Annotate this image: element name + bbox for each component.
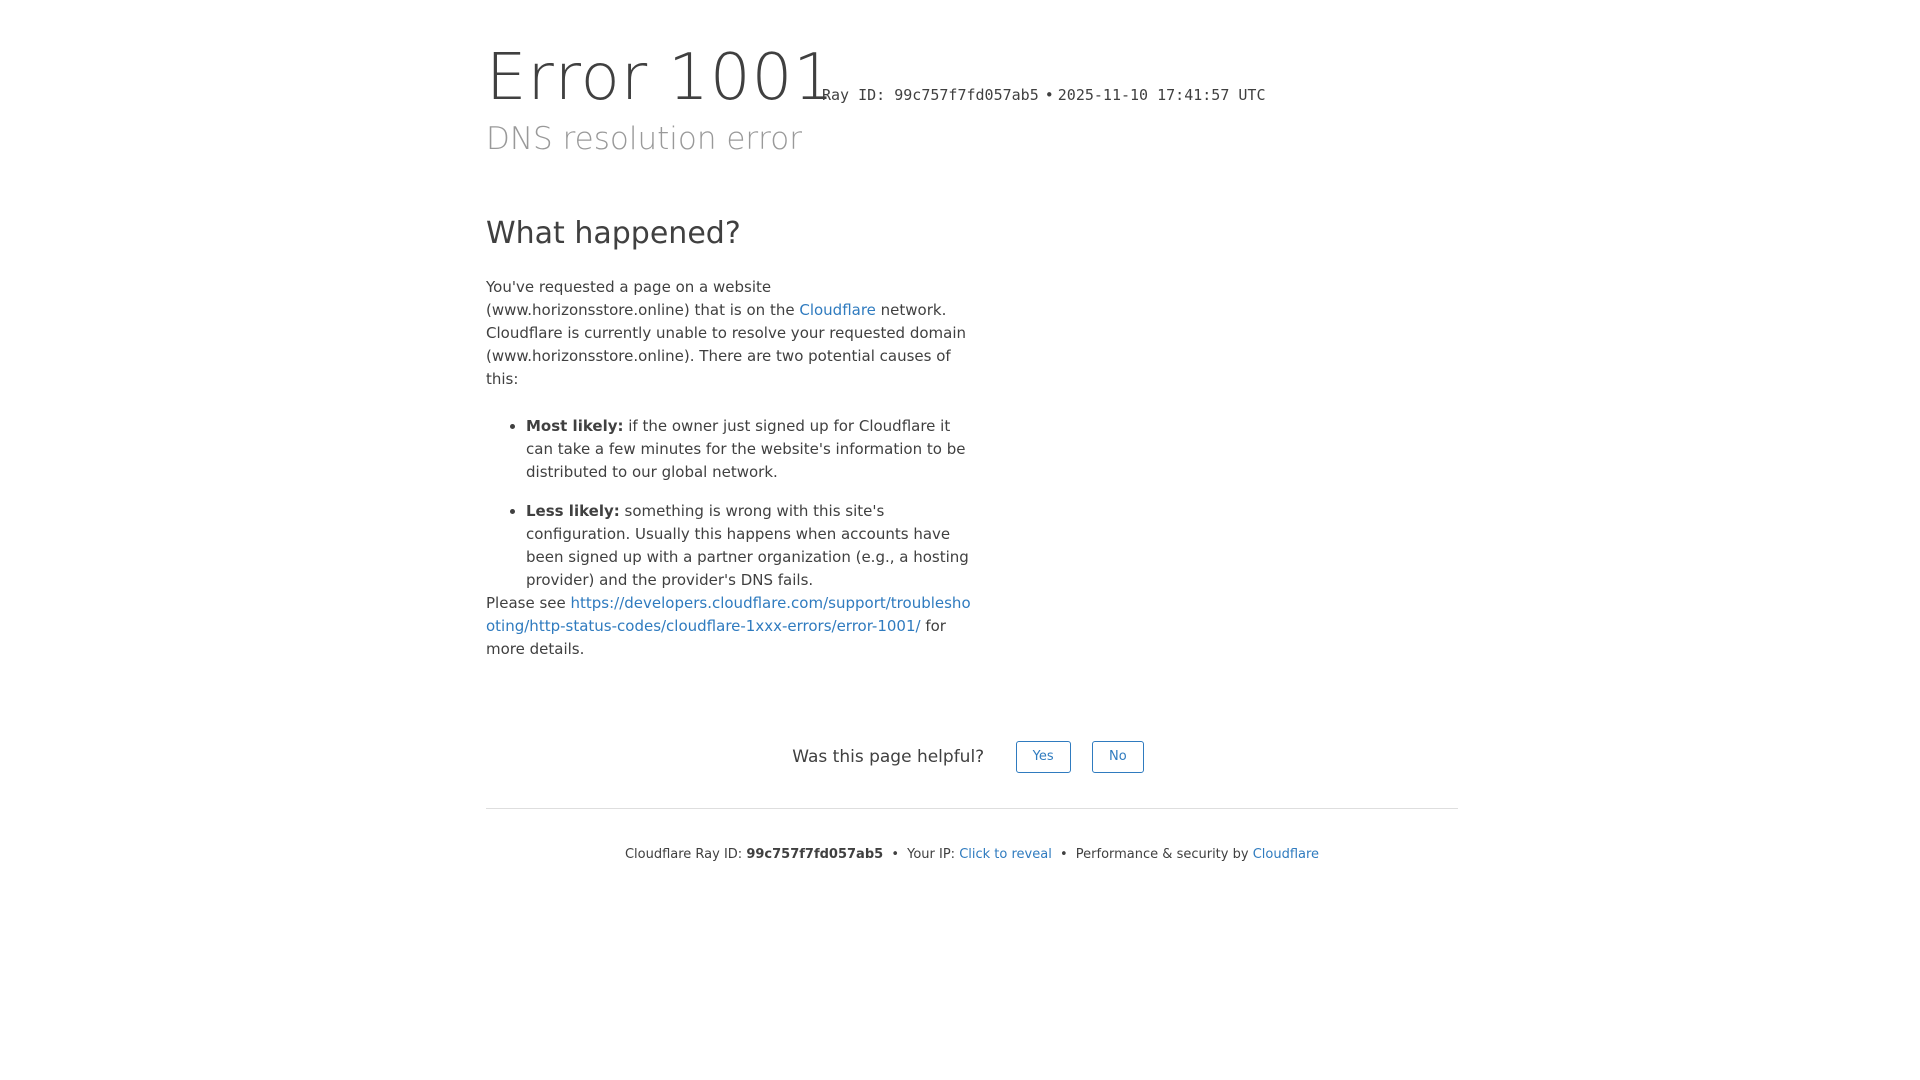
causes-list: Most likely: if the owner just signed up… <box>486 415 972 592</box>
please-see-prefix: Please see <box>486 594 571 612</box>
footer-separator: • <box>1059 847 1068 862</box>
intro-text-1: You've requested a page on a website (ww… <box>486 278 800 319</box>
cloudflare-link[interactable]: Cloudflare <box>799 301 876 319</box>
footer-cloudflare-link[interactable]: Cloudflare <box>1253 847 1319 862</box>
feedback-question: Was this page helpful? <box>792 747 985 767</box>
error-title: Error 1001 <box>486 40 835 116</box>
what-happened-section: What happened? You've requested a page o… <box>486 212 972 661</box>
ray-meta: Ray ID: 99c757f7fd057ab5 • 2025-11-10 17:4… <box>822 85 1266 105</box>
error-header: Error 1001 Ray ID: 99c757f7fd057ab5 • 2025-… <box>486 40 1458 160</box>
footer-divider <box>486 808 1458 809</box>
error-word: Error <box>486 41 649 115</box>
footer: Cloudflare Ray ID: 99c757f7fd057ab5 • Yo… <box>486 845 1458 865</box>
error-timestamp: 2025-11-10 17:41:57 UTC <box>1057 86 1266 104</box>
footer-ray-label: Cloudflare Ray ID: <box>624 847 747 862</box>
section-heading: What happened? <box>486 216 741 251</box>
please-see-paragraph: Please see https://developers.cloudflare… <box>486 592 972 661</box>
error-subtitle: DNS resolution error <box>486 121 802 157</box>
ray-meta-separator: • <box>1044 86 1054 104</box>
ray-id-label: Ray ID: 99c757f7fd057ab5 <box>822 86 1039 104</box>
footer-ray-id: 99c757f7fd057ab5 <box>746 847 884 862</box>
footer-ip-label: Your IP: <box>907 847 960 862</box>
intro-paragraph: You've requested a page on a website (ww… <box>486 276 972 391</box>
cause-item-most-likely: Most likely: if the owner just signed up… <box>526 415 972 484</box>
feedback-no-button[interactable]: No <box>1092 741 1144 773</box>
footer-separator: • <box>891 847 899 862</box>
footer-perf-label: Performance & security by <box>1075 847 1253 862</box>
error-code: 1001 <box>668 41 835 115</box>
feedback-bar: Was this page helpful? Yes No <box>486 740 1458 774</box>
reveal-ip-link[interactable]: Click to reveal <box>959 847 1052 862</box>
cause-label: Most likely: <box>526 417 624 435</box>
feedback-yes-button[interactable]: Yes <box>1015 741 1071 773</box>
cause-label: Less likely: <box>526 502 620 520</box>
cause-item-less-likely: Less likely: something is wrong with thi… <box>526 500 972 592</box>
